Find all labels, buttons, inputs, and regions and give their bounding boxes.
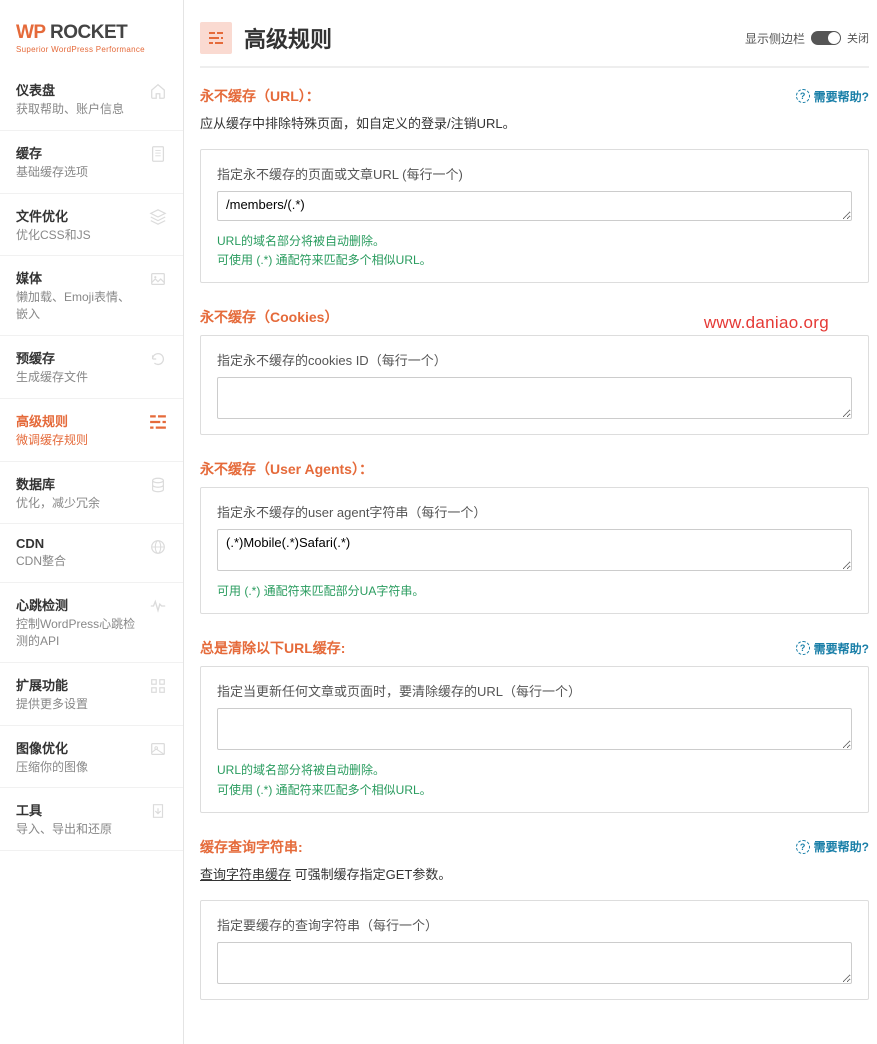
help-link[interactable]: ? 需要帮助? bbox=[796, 640, 869, 657]
nav-subtitle: 控制WordPress心跳检测的API bbox=[16, 616, 141, 650]
globe-icon bbox=[149, 538, 167, 556]
always-purge-input[interactable] bbox=[217, 708, 852, 750]
nav-preload[interactable]: 预缓存生成缓存文件 bbox=[0, 336, 183, 399]
nav-tools[interactable]: 工具导入、导出和还原 bbox=[0, 788, 183, 851]
never-cache-url-input[interactable] bbox=[217, 191, 852, 221]
sliders-icon bbox=[149, 413, 167, 431]
query-string-link[interactable]: 查询字符串缓存 bbox=[200, 867, 291, 882]
nav-subtitle: 优化CSS和JS bbox=[16, 227, 141, 244]
section-never-cache-cookies: 永不缓存（Cookies） www.daniao.org 指定永不缓存的cook… bbox=[200, 307, 869, 435]
nav-title: 预缓存 bbox=[16, 348, 141, 367]
nav-dashboard[interactable]: 仪表盘获取帮助、账户信息 bbox=[0, 68, 183, 131]
page-title: 高级规则 bbox=[244, 22, 745, 54]
page-header: 高级规则 显示侧边栏 关闭 bbox=[200, 0, 869, 68]
nav-title: 媒体 bbox=[16, 268, 141, 287]
section-cache-query: 缓存查询字符串: ? 需要帮助? 查询字符串缓存 可强制缓存指定GET参数。 指… bbox=[200, 837, 869, 1000]
cache-query-input[interactable] bbox=[217, 942, 852, 984]
help-icon: ? bbox=[796, 840, 810, 854]
nav-subtitle: 微调缓存规则 bbox=[16, 432, 141, 449]
file-icon bbox=[149, 145, 167, 163]
nav-subtitle: 提供更多设置 bbox=[16, 696, 141, 713]
section-never-cache-url: 永不缓存（URL）： ? 需要帮助? 应从缓存中排除特殊页面，如自定义的登录/注… bbox=[200, 86, 869, 283]
nav-file-opt[interactable]: 文件优化优化CSS和JS bbox=[0, 194, 183, 257]
nav-subtitle: 懒加载、Emoji表情、嵌入 bbox=[16, 289, 141, 323]
nav-title: 图像优化 bbox=[16, 738, 141, 757]
help-link[interactable]: ? 需要帮助? bbox=[796, 88, 869, 105]
nav-subtitle: 导入、导出和还原 bbox=[16, 821, 141, 838]
nav-title: 数据库 bbox=[16, 474, 141, 493]
help-icon: ? bbox=[796, 89, 810, 103]
nav-subtitle: 压缩你的图像 bbox=[16, 759, 141, 776]
nav-advanced[interactable]: 高级规则微调缓存规则 bbox=[0, 399, 183, 462]
section-never-cache-ua: 永不缓存（User Agents）： 指定永不缓存的user agent字符串（… bbox=[200, 459, 869, 614]
nav-title: 扩展功能 bbox=[16, 675, 141, 694]
image2-icon bbox=[149, 740, 167, 758]
nav-title: 仪表盘 bbox=[16, 80, 141, 99]
nav-heartbeat[interactable]: 心跳检测控制WordPress心跳检测的API bbox=[0, 583, 183, 663]
nav-media[interactable]: 媒体懒加载、Emoji表情、嵌入 bbox=[0, 256, 183, 336]
nav-cache[interactable]: 缓存基础缓存选项 bbox=[0, 131, 183, 194]
refresh-icon bbox=[149, 350, 167, 368]
nav-database[interactable]: 数据库优化，减少冗余 bbox=[0, 462, 183, 525]
main-content: 高级规则 显示侧边栏 关闭 永不缓存（URL）： ? 需要帮助? 应从缓存中排除… bbox=[183, 0, 877, 1044]
sliders-icon bbox=[200, 22, 232, 54]
never-cache-ua-input[interactable] bbox=[217, 529, 852, 571]
nav-subtitle: 基础缓存选项 bbox=[16, 164, 141, 181]
image-icon bbox=[149, 270, 167, 288]
nav-subtitle: 优化，减少冗余 bbox=[16, 495, 141, 512]
import-icon bbox=[149, 802, 167, 820]
sidebar-toggle[interactable]: 显示侧边栏 关闭 bbox=[745, 30, 869, 47]
nav-title: 高级规则 bbox=[16, 411, 141, 430]
database-icon bbox=[149, 476, 167, 494]
toggle-switch[interactable] bbox=[811, 31, 841, 45]
layers-icon bbox=[149, 208, 167, 226]
nav-subtitle: CDN整合 bbox=[16, 553, 141, 570]
heartbeat-icon bbox=[149, 597, 167, 615]
nav-title: CDN bbox=[16, 536, 141, 551]
help-link[interactable]: ? 需要帮助? bbox=[796, 838, 869, 855]
logo: WP ROCKET Superior WordPress Performance bbox=[0, 0, 183, 68]
nav-title: 心跳检测 bbox=[16, 595, 141, 614]
nav-title: 文件优化 bbox=[16, 206, 141, 225]
nav-image-opt[interactable]: 图像优化压缩你的图像 bbox=[0, 726, 183, 789]
grid-icon bbox=[149, 677, 167, 695]
nav-subtitle: 生成缓存文件 bbox=[16, 369, 141, 386]
never-cache-cookies-input[interactable] bbox=[217, 377, 852, 419]
nav-title: 缓存 bbox=[16, 143, 141, 162]
nav-subtitle: 获取帮助、账户信息 bbox=[16, 101, 141, 118]
nav-title: 工具 bbox=[16, 800, 141, 819]
nav-addons[interactable]: 扩展功能提供更多设置 bbox=[0, 663, 183, 726]
help-icon: ? bbox=[796, 641, 810, 655]
nav-cdn[interactable]: CDN CDN整合 bbox=[0, 524, 183, 583]
section-always-purge: 总是清除以下URL缓存: ? 需要帮助? 指定当更新任何文章或页面时，要清除缓存… bbox=[200, 638, 869, 812]
home-icon bbox=[149, 82, 167, 100]
sidebar: WP ROCKET Superior WordPress Performance… bbox=[0, 0, 183, 1044]
